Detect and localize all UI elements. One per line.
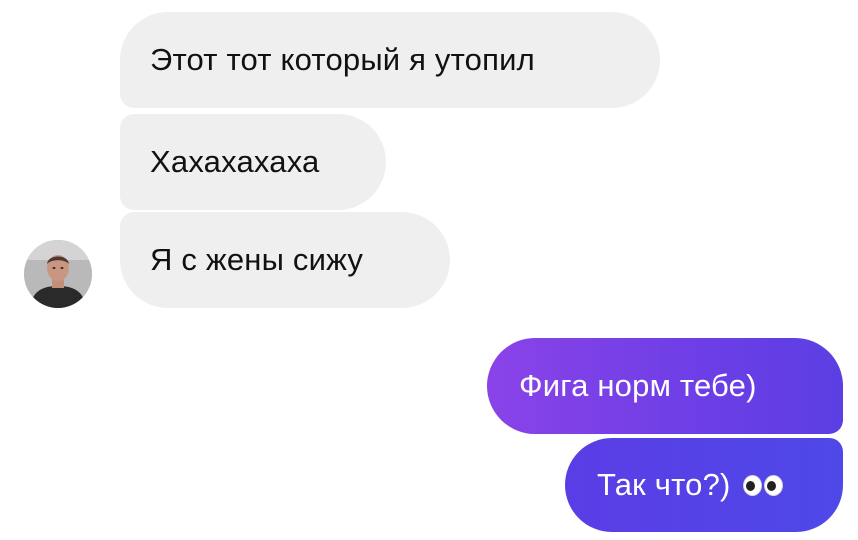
message-text: Хахахахаха [150, 144, 320, 179]
message-text: Так что?) [597, 467, 731, 502]
message-text: Этот тот который я утопил [150, 42, 535, 77]
chat-thread: Этот тот который я утопил Хахахахаха Я с… [0, 0, 858, 540]
person-photo-icon [24, 240, 92, 308]
outgoing-message[interactable]: Так что?) [565, 438, 843, 532]
message-text: Я с жены сижу [150, 242, 364, 277]
eyes-icon [742, 474, 783, 496]
incoming-message[interactable]: Этот тот который я утопил [120, 12, 660, 108]
avatar[interactable] [24, 240, 92, 308]
message-text: Фига норм тебе) [519, 368, 757, 403]
incoming-message[interactable]: Я с жены сижу [120, 212, 450, 308]
eye-right [763, 474, 783, 496]
incoming-message[interactable]: Хахахахаха [120, 114, 386, 210]
eye-left [742, 474, 762, 496]
outgoing-message[interactable]: Фига норм тебе) [487, 338, 843, 434]
